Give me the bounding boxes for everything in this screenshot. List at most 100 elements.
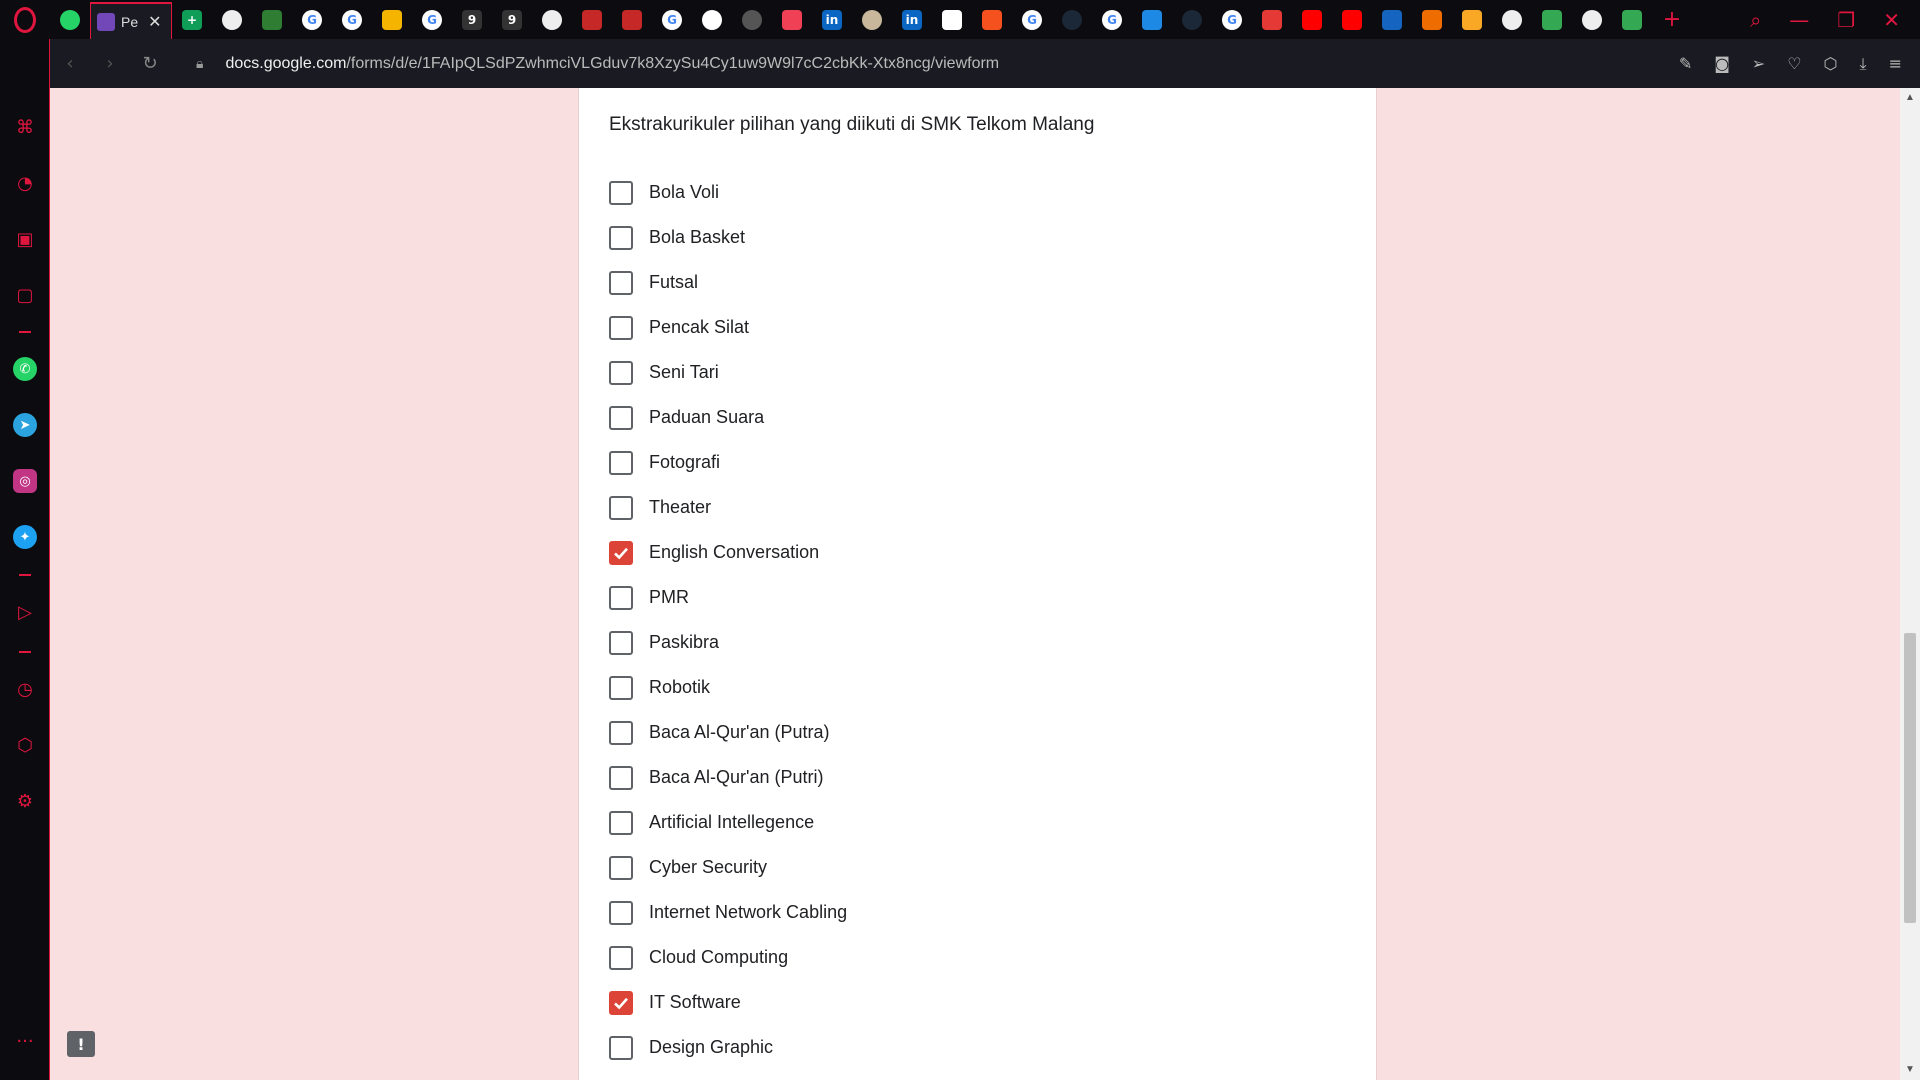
checkbox[interactable]: [609, 630, 633, 655]
checkbox[interactable]: [609, 765, 633, 790]
tab-app[interactable]: [972, 0, 1012, 39]
back-icon[interactable]: ‹: [50, 53, 90, 74]
tab-app[interactable]: [1412, 0, 1452, 39]
checkbox[interactable]: [609, 405, 633, 430]
tab-linkedin[interactable]: in: [892, 0, 932, 39]
checkbox[interactable]: [609, 315, 633, 340]
close-window-icon[interactable]: ✕: [1883, 8, 1900, 32]
tab-google-drive[interactable]: [1612, 0, 1652, 39]
tab-steam[interactable]: [1172, 0, 1212, 39]
twitter-icon[interactable]: ✦: [12, 524, 38, 550]
settings-sliders-icon[interactable]: ≡: [1889, 54, 1902, 74]
checkbox-option[interactable]: English Conversation: [609, 530, 847, 575]
telegram-icon[interactable]: ➤: [12, 412, 38, 438]
checkbox-option[interactable]: Baca Al-Qur'an (Putra): [609, 710, 847, 755]
checkbox-option[interactable]: Bola Basket: [609, 215, 847, 260]
scroll-thumb[interactable]: [1904, 633, 1916, 923]
checkbox-option[interactable]: Paduan Suara: [609, 395, 847, 440]
tab-github[interactable]: [692, 0, 732, 39]
speed-dial-icon[interactable]: ◔: [12, 170, 38, 196]
tab-avatar[interactable]: [852, 0, 892, 39]
checkbox-checked[interactable]: [609, 540, 633, 565]
bag-icon[interactable]: ▣: [12, 226, 38, 252]
gamepad-icon[interactable]: ⌘: [12, 114, 38, 140]
checkbox[interactable]: [609, 270, 633, 295]
tab-whatsapp[interactable]: [50, 0, 90, 39]
tab-pocket[interactable]: [772, 0, 812, 39]
tab-app[interactable]: [252, 0, 292, 39]
feedback-button[interactable]: !: [67, 1031, 95, 1057]
checkbox-option[interactable]: Design Graphic: [609, 1025, 847, 1070]
scroll-down-icon[interactable]: ▼: [1905, 1064, 1915, 1075]
checkbox-option[interactable]: Baca Al-Qur'an (Putri): [609, 755, 847, 800]
tab-google[interactable]: G: [412, 0, 452, 39]
new-tab-button[interactable]: +: [1652, 0, 1692, 39]
tab-globe[interactable]: [532, 0, 572, 39]
tab-app[interactable]: [1452, 0, 1492, 39]
checkbox[interactable]: [609, 1035, 633, 1060]
checkbox[interactable]: [609, 180, 633, 205]
checkbox-option[interactable]: PMR: [609, 575, 847, 620]
edit-icon[interactable]: ✎: [1679, 54, 1692, 74]
checkbox-option[interactable]: Artificial Intellegence: [609, 800, 847, 845]
checkbox-option[interactable]: Cyber Security: [609, 845, 847, 890]
tab-google-forms-active[interactable]: Pe ✕: [90, 2, 172, 39]
minimize-icon[interactable]: —: [1789, 8, 1809, 32]
tab-globe[interactable]: [1572, 0, 1612, 39]
forward-icon[interactable]: ›: [90, 53, 130, 74]
checkbox-option[interactable]: Internet Network Cabling: [609, 890, 847, 935]
heart-icon[interactable]: ♡: [1787, 54, 1801, 74]
more-icon[interactable]: ···: [12, 1028, 38, 1054]
settings-icon[interactable]: ⚙: [12, 788, 38, 814]
checkbox-option[interactable]: Seni Tari: [609, 350, 847, 395]
reload-icon[interactable]: ↻: [130, 53, 170, 74]
checkbox[interactable]: [609, 675, 633, 700]
tab-youtube[interactable]: [1292, 0, 1332, 39]
checkbox-option[interactable]: Pencak Silat: [609, 305, 847, 350]
tab-google[interactable]: G: [1012, 0, 1052, 39]
twitch-icon[interactable]: ▢: [12, 282, 38, 308]
checkbox[interactable]: [609, 720, 633, 745]
whatsapp-icon[interactable]: ✆: [12, 356, 38, 382]
checkbox[interactable]: [609, 810, 633, 835]
checkbox[interactable]: [609, 495, 633, 520]
extensions-cube-icon[interactable]: ⬡: [12, 732, 38, 758]
tab-app[interactable]: [732, 0, 772, 39]
tab-youtube[interactable]: [1332, 0, 1372, 39]
scroll-up-icon[interactable]: ▲: [1905, 92, 1915, 103]
tab-google[interactable]: G: [1092, 0, 1132, 39]
tab-google[interactable]: G: [292, 0, 332, 39]
tab-linkedin[interactable]: in: [812, 0, 852, 39]
tab-app-9[interactable]: 9: [492, 0, 532, 39]
checkbox[interactable]: [609, 855, 633, 880]
checkbox-option[interactable]: Fotografi: [609, 440, 847, 485]
checkbox-option[interactable]: Bola Voli: [609, 170, 847, 215]
tab-app[interactable]: [1252, 0, 1292, 39]
camera-icon[interactable]: ◙: [1714, 54, 1730, 74]
tab-google[interactable]: G: [652, 0, 692, 39]
url-field[interactable]: docs.google.com/forms/d/e/1FAIpQLSdPZwhm…: [225, 55, 999, 73]
tab-google[interactable]: G: [332, 0, 372, 39]
player-icon[interactable]: ▷: [12, 599, 38, 625]
tab-sheets[interactable]: +: [172, 0, 212, 39]
checkbox[interactable]: [609, 360, 633, 385]
tab-google[interactable]: G: [1212, 0, 1252, 39]
tab-steam[interactable]: [1052, 0, 1092, 39]
checkbox[interactable]: [609, 900, 633, 925]
tab-app[interactable]: [612, 0, 652, 39]
instagram-icon[interactable]: ◎: [12, 468, 38, 494]
checkbox-option[interactable]: Cloud Computing: [609, 935, 847, 980]
checkbox-option[interactable]: Robotik: [609, 665, 847, 710]
tab-search-icon[interactable]: ⌕: [1750, 8, 1761, 32]
close-tab-icon[interactable]: ✕: [148, 12, 161, 32]
checkbox[interactable]: [609, 585, 633, 610]
send-icon[interactable]: ➢: [1752, 54, 1765, 74]
checkbox-option[interactable]: IT Software: [609, 980, 847, 1025]
tab-app[interactable]: [1132, 0, 1172, 39]
tab-globe[interactable]: [1492, 0, 1532, 39]
tab-google-drive[interactable]: [1532, 0, 1572, 39]
tab-app-9[interactable]: 9: [452, 0, 492, 39]
cube-icon[interactable]: ⬡: [1824, 54, 1838, 74]
checkbox-option[interactable]: Theater: [609, 485, 847, 530]
checkbox-checked[interactable]: [609, 990, 633, 1015]
